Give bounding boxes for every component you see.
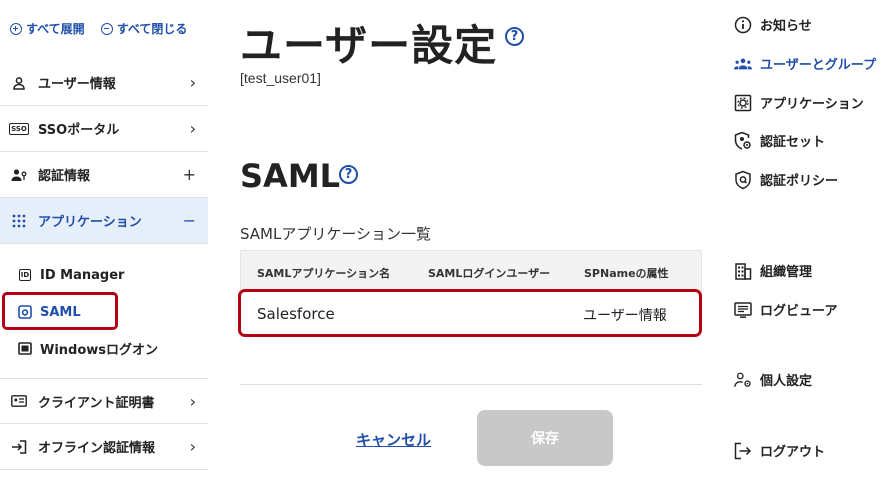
nav-label: アプリケーション	[760, 97, 864, 112]
sidebar-item-label: 認証情報	[38, 169, 91, 184]
logout-icon	[734, 442, 752, 460]
nav-label: ログビューア	[760, 304, 838, 319]
minus-circle-icon	[100, 22, 113, 35]
nav-organization[interactable]: 組織管理	[734, 261, 812, 280]
cancel-link[interactable]: キャンセル	[356, 429, 431, 450]
shield-gear-icon	[734, 131, 752, 150]
right-nav: お知らせ ユーザーとグループ アプリケーション 認証セット 認証ポリシー 組織管…	[734, 0, 890, 478]
grid-icon	[10, 213, 28, 229]
chevron-right-icon: ›	[189, 437, 196, 456]
saml-list-label: SAMLアプリケーション一覧	[240, 225, 432, 243]
section-title: SAML	[240, 157, 341, 195]
app-gear-icon	[734, 94, 752, 112]
sp-name-attribute-cell: ユーザー情報	[583, 308, 667, 324]
sidebar-item-label: ユーザー情報	[38, 77, 116, 92]
id-icon: ID	[18, 269, 32, 281]
sidebar-item-label: オフライン認証情報	[38, 441, 156, 456]
person-gear-icon	[734, 371, 752, 389]
nav-label: 認証ポリシー	[760, 174, 839, 189]
collapse-all-label: すべて閉じる	[116, 22, 188, 36]
nav-logout[interactable]: ログアウト	[734, 441, 825, 460]
table-header: SAMLアプリケーション名 SAMLログインユーザー SPNameの属性	[240, 250, 702, 292]
nav-personal-settings[interactable]: 個人設定	[734, 370, 812, 389]
app-name-cell: Salesforce	[257, 305, 335, 323]
divider	[240, 384, 702, 385]
username-label: [test_user01]	[240, 70, 321, 86]
id-card-icon	[10, 393, 28, 409]
nav-label: お知らせ	[760, 19, 812, 34]
sidebar-item-auth-info[interactable]: 認証情報 +	[0, 152, 208, 198]
login-icon	[10, 439, 28, 455]
sidebar-subitem-saml[interactable]: SAML	[16, 300, 81, 324]
sidebar-item-label: SSOポータル	[38, 123, 120, 138]
nav-label: 認証セット	[760, 135, 826, 150]
sidebar-item-label: アプリケーション	[38, 215, 142, 230]
help-icon[interactable]: ?	[339, 165, 358, 184]
nav-label: ログアウト	[760, 445, 826, 460]
log-viewer-icon	[734, 301, 752, 319]
person-key-icon	[10, 167, 28, 183]
table-row[interactable]: Salesforce ユーザー情報	[238, 289, 702, 337]
users-icon	[734, 55, 752, 73]
nav-applications[interactable]: アプリケーション	[734, 93, 864, 112]
plus-icon: +	[182, 165, 196, 184]
window-icon	[16, 341, 34, 355]
sidebar-item-applications[interactable]: アプリケーション −	[0, 198, 208, 244]
nav-label: 個人設定	[760, 374, 813, 389]
plus-circle-icon	[10, 22, 22, 35]
expand-all-button[interactable]: すべて展開	[10, 20, 85, 37]
save-button[interactable]: 保存	[477, 410, 613, 466]
column-header: SAMLログインユーザー	[428, 267, 551, 280]
sidebar-subitem-windows-logon[interactable]: Windowsログオン	[16, 336, 158, 360]
sidebar-subitem-label: Windowsログオン	[40, 342, 159, 358]
column-header: SPNameの属性	[584, 267, 669, 280]
saml-app-table: SAMLアプリケーション名 SAMLログインユーザー SPNameの属性 Sal…	[238, 250, 702, 337]
chevron-right-icon: ›	[189, 391, 196, 411]
collapse-all-button[interactable]: すべて閉じる	[100, 20, 188, 37]
page-title: ユーザー設定	[240, 21, 498, 70]
sidebar-subitem-label: SAML	[40, 304, 81, 320]
minus-icon: −	[182, 211, 196, 230]
building-icon	[734, 262, 752, 280]
chevron-right-icon: ›	[189, 119, 196, 138]
nav-auth-policy[interactable]: 認証ポリシー	[734, 170, 838, 189]
nav-auth-sets[interactable]: 認証セット	[734, 131, 825, 150]
sidebar-subitem-label: ID Manager	[40, 267, 125, 283]
help-icon[interactable]: ?	[505, 27, 524, 46]
sidebar-item-user-info[interactable]: ユーザー情報 ›	[0, 60, 208, 106]
nav-log-viewer[interactable]: ログビューア	[734, 300, 837, 319]
sso-icon: SSO	[9, 122, 29, 135]
saml-icon	[16, 305, 34, 319]
sidebar-item-offline-auth[interactable]: オフライン認証情報 ›	[0, 424, 208, 470]
sidebar-item-client-cert[interactable]: クライアント証明書 ›	[0, 378, 208, 424]
person-icon	[10, 75, 28, 91]
sidebar-item-sso-portal[interactable]: SSO SSOポータル ›	[0, 106, 208, 152]
main-content: ユーザー設定 ? [test_user01] SAML ? SAMLアプリケーシ…	[238, 0, 702, 478]
info-icon	[734, 16, 752, 34]
nav-users-groups[interactable]: ユーザーとグループ	[734, 54, 876, 73]
expand-all-label: すべて展開	[26, 22, 85, 36]
nav-label: ユーザーとグループ	[760, 58, 876, 73]
shield-icon	[734, 170, 752, 189]
nav-label: 組織管理	[760, 265, 813, 280]
column-header: SAMLアプリケーション名	[257, 267, 391, 280]
expand-collapse-row: すべて展開 すべて閉じる	[10, 20, 208, 37]
chevron-right-icon: ›	[189, 73, 196, 92]
sidebar-subitem-id-manager[interactable]: ID ID Manager	[16, 263, 124, 287]
sidebar-item-label: クライアント証明書	[38, 395, 155, 411]
nav-notifications[interactable]: お知らせ	[734, 15, 812, 34]
sidebar: すべて展開 すべて閉じる ユーザー情報 › SSO SSOポータル › 認証情報…	[0, 0, 208, 478]
